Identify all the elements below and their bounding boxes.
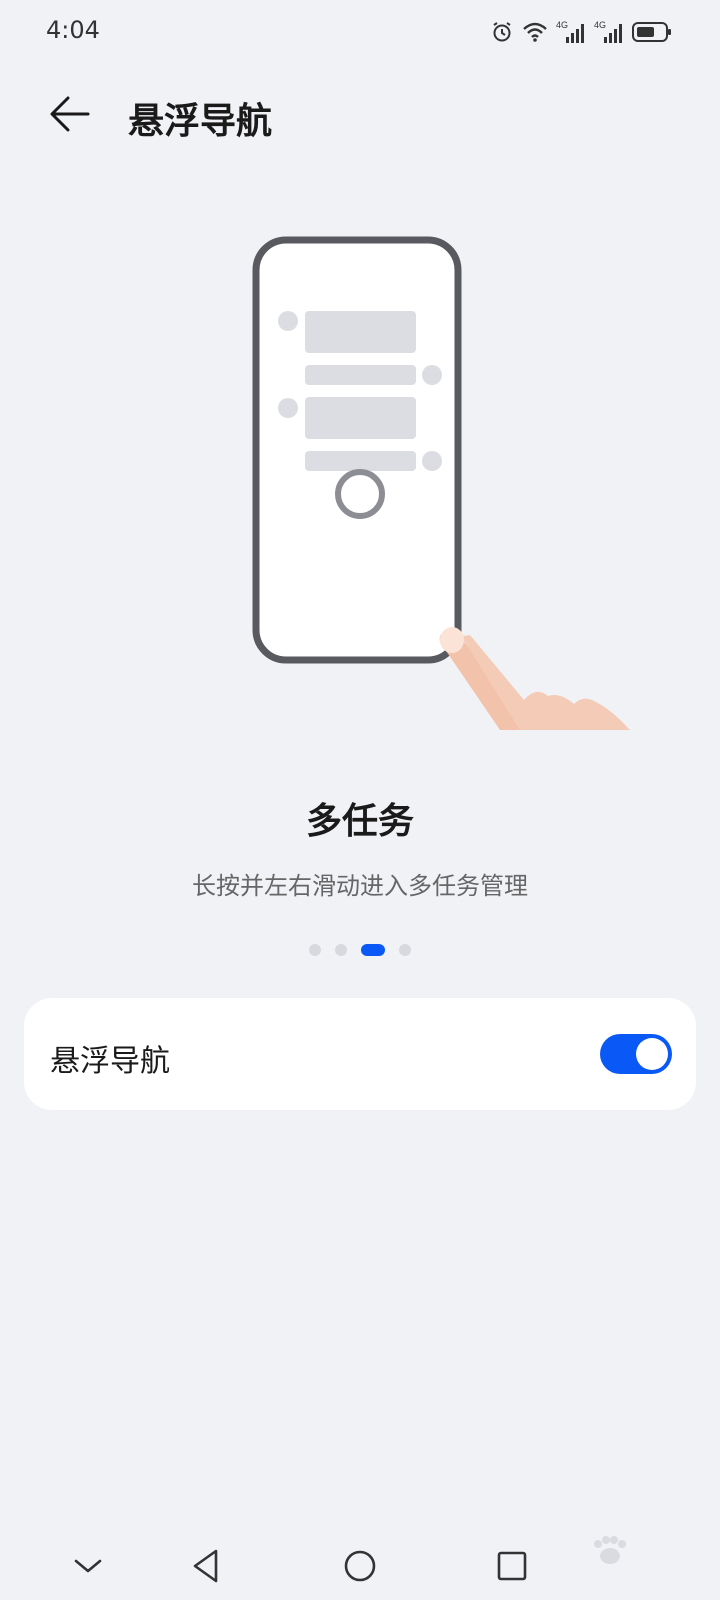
page-dot[interactable] [399, 944, 411, 956]
setting-label: 悬浮导航 [50, 1044, 170, 1079]
page-indicator [0, 942, 720, 958]
alarm-icon [490, 20, 514, 44]
watermark-logo [540, 1530, 680, 1590]
page-dot-active[interactable] [361, 944, 385, 956]
slide-description: 长按并左右滑动进入多任务管理 [192, 872, 528, 900]
status-time: 4:04 [46, 16, 100, 44]
status-icons: 4G 4G [490, 16, 672, 48]
collapse-icon [73, 1556, 103, 1580]
floating-nav-button [335, 469, 385, 519]
floating-nav-toggle[interactable] [600, 1034, 672, 1074]
home-circle-icon [342, 1548, 378, 1588]
back-arrow-icon [48, 94, 92, 138]
nav-home-button[interactable] [336, 1544, 384, 1592]
recents-square-icon [495, 1549, 529, 1587]
phone-frame [252, 236, 462, 664]
network-label: 4G [556, 20, 568, 30]
signal-4g-icon: 4G [556, 19, 586, 45]
collapse-button[interactable] [64, 1544, 112, 1592]
nav-recents-button[interactable] [488, 1544, 536, 1592]
wifi-icon [522, 21, 548, 43]
back-triangle-icon [190, 1548, 222, 1588]
signal-4g-icon: 4G [594, 19, 624, 45]
toggle-knob [636, 1038, 668, 1070]
battery-icon [632, 21, 672, 43]
page-dot[interactable] [335, 944, 347, 956]
network-label: 4G [594, 20, 606, 30]
page-dot[interactable] [309, 944, 321, 956]
app-header: 悬浮导航 [0, 80, 720, 152]
hand-illustration [439, 627, 630, 730]
slide-title: 多任务 [305, 801, 414, 842]
gesture-illustration [0, 230, 720, 750]
status-bar: 4:04 4G 4G [0, 0, 720, 64]
back-button[interactable] [40, 88, 100, 144]
nav-back-button[interactable] [182, 1544, 230, 1592]
page-title: 悬浮导航 [128, 101, 273, 142]
floating-nav-setting-card: 悬浮导航 [24, 998, 696, 1110]
